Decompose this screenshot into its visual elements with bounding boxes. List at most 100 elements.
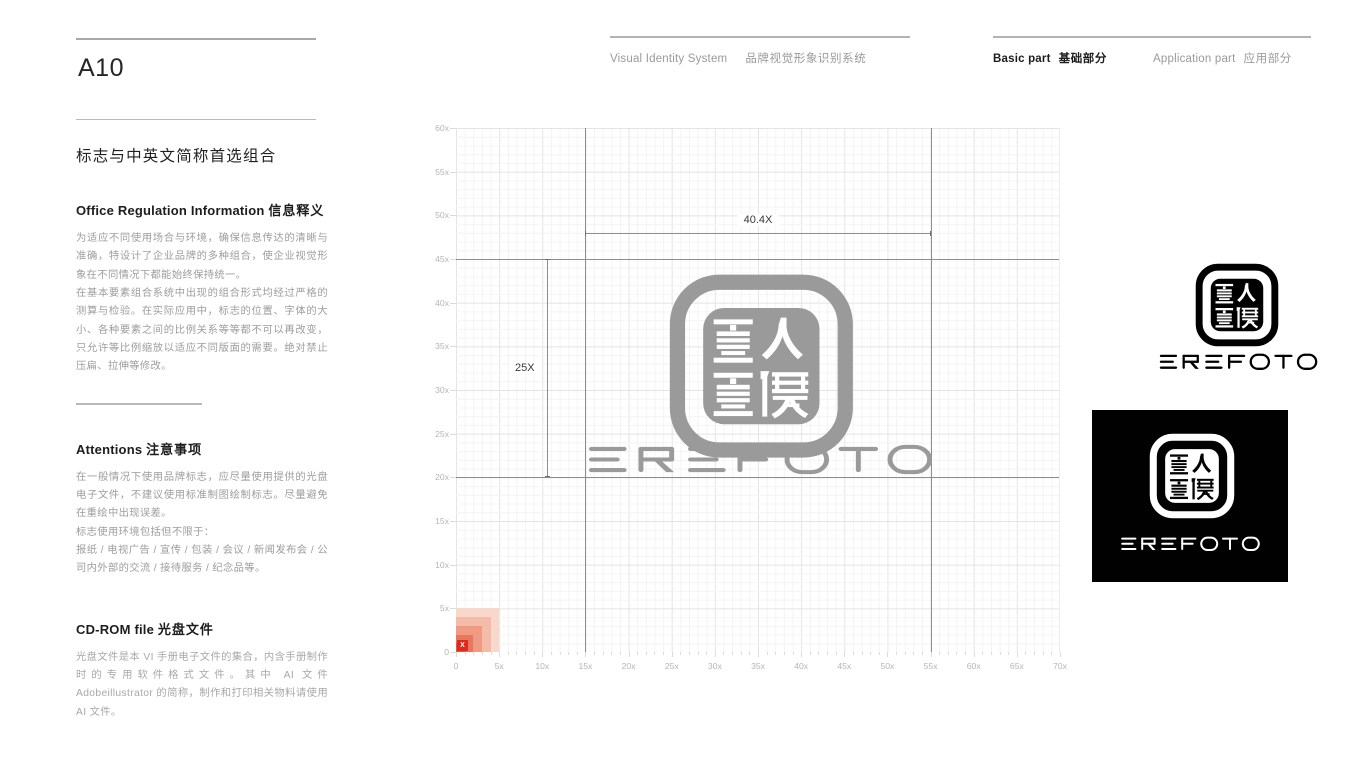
x-axis-tick-label: 30x bbox=[707, 661, 722, 671]
y-axis-tick bbox=[450, 171, 456, 173]
x-axis-tick bbox=[688, 652, 690, 655]
x-axis-tick bbox=[568, 652, 570, 655]
wordmark-reversed bbox=[1106, 534, 1274, 554]
x-axis-tick bbox=[1025, 652, 1027, 655]
y-axis-tick-label: 35x bbox=[435, 341, 449, 352]
section-heading: Office Regulation Information 信息释义 bbox=[76, 200, 328, 219]
section-cd-rom: CD-ROM file 光盘文件 光盘文件是本 VI 手册电子文件的集合，内含手… bbox=[76, 619, 328, 722]
x-axis-tick bbox=[602, 652, 604, 655]
wordmark-primary bbox=[585, 442, 934, 478]
x-axis-tick bbox=[481, 652, 483, 655]
x-axis-tick bbox=[663, 652, 665, 655]
logomark-svg bbox=[1149, 433, 1235, 519]
x-axis-tick bbox=[749, 652, 751, 655]
logomark-svg bbox=[669, 274, 853, 458]
logo-variant-reversed bbox=[1092, 410, 1288, 582]
x-axis-tick bbox=[878, 652, 880, 655]
x-axis-tick bbox=[594, 652, 596, 655]
x-axis-tick bbox=[1008, 652, 1010, 655]
x-axis-tick bbox=[999, 652, 1001, 655]
x-axis-tick bbox=[637, 652, 639, 655]
x-axis-tick-label: 50x bbox=[880, 661, 895, 671]
x-axis-tick bbox=[680, 652, 682, 655]
x-axis-tick bbox=[456, 652, 457, 657]
section-body: 为适应不同使用场合与环境，确保信息传达的清晰与准确，特设计了企业品牌的多种组合，… bbox=[76, 230, 328, 377]
body-paragraph: 为适应不同使用场合与环境，确保信息传达的清晰与准确，特设计了企业品牌的多种组合，… bbox=[76, 233, 328, 281]
y-axis-tick-label: 15x bbox=[435, 516, 449, 526]
y-axis-tick-label: 45x bbox=[435, 254, 449, 264]
y-axis-tick bbox=[450, 302, 456, 304]
x-axis-tick-label: 25x bbox=[664, 661, 679, 671]
x-axis-tick bbox=[576, 652, 578, 655]
header-system-cn: 品牌视觉形象识别系统 bbox=[745, 53, 867, 65]
x-axis-tick bbox=[732, 652, 734, 655]
section-heading-cn: 光盘文件 bbox=[157, 621, 214, 637]
x-axis-tick bbox=[585, 652, 587, 657]
body-paragraph: 在一般情况下使用品牌标志，应尽量使用提供的光盘电子文件，不建议使用标准制图绘制标… bbox=[76, 471, 328, 520]
y-axis-tick-label: 50x bbox=[435, 210, 449, 221]
x-axis-tick bbox=[827, 652, 829, 655]
section-body: 光盘文件是本 VI 手册电子文件的集合，内含手册制作时的专用软件格式文件。其中 … bbox=[76, 649, 328, 722]
y-axis-tick bbox=[450, 128, 456, 129]
nav-tab-application-part[interactable]: Application part 应用部分 bbox=[1153, 50, 1292, 66]
y-axis-tick bbox=[450, 390, 456, 391]
dimension-label: 25X bbox=[509, 362, 541, 375]
x-axis-tick bbox=[516, 652, 518, 655]
body-paragraph: 标志使用环境包括但不限于： bbox=[76, 526, 215, 538]
x-axis-tick bbox=[947, 652, 949, 655]
x-axis-tick bbox=[533, 652, 535, 655]
x-axis-tick bbox=[783, 652, 785, 655]
x-axis-tick bbox=[939, 652, 941, 655]
section-body: 在一般情况下使用品牌标志，应尽量使用提供的光盘电子文件，不建议使用标准制图绘制标… bbox=[76, 469, 328, 579]
y-axis-tick-label: 55x bbox=[435, 166, 449, 177]
x-axis-tick bbox=[611, 652, 613, 655]
nav-basic-cn: 基础部分 bbox=[1058, 53, 1108, 65]
section-office-regulation: Office Regulation Information 信息释义 为适应不同… bbox=[76, 200, 328, 377]
x-axis-tick bbox=[464, 652, 466, 655]
x-axis-tick bbox=[628, 652, 630, 657]
x-axis-tick bbox=[507, 652, 509, 655]
x-axis-tick-label: 35x bbox=[751, 661, 765, 671]
logomark-primary bbox=[666, 260, 857, 472]
y-axis-tick bbox=[450, 215, 456, 217]
page-title: 标志与中英文简称首选组合 bbox=[76, 148, 277, 165]
x-axis-tick bbox=[835, 652, 837, 655]
dimension-label: 40.4X bbox=[737, 213, 779, 226]
x-axis-tick-label: 60x bbox=[966, 661, 981, 671]
section-heading: Attentions 注意事项 bbox=[76, 439, 328, 458]
x-axis-tick bbox=[861, 652, 863, 655]
x-axis-tick bbox=[801, 652, 803, 657]
x-axis-tick bbox=[792, 652, 794, 655]
x-axis-tick bbox=[973, 652, 975, 657]
header-left-group: Visual Identity System 品牌视觉形象识别系统 bbox=[610, 36, 910, 66]
x-axis-tick bbox=[913, 652, 915, 655]
x-axis-tick bbox=[818, 652, 820, 655]
x-axis-tick bbox=[809, 652, 811, 655]
x-axis-tick bbox=[550, 652, 552, 655]
y-axis-tick-label: 20x bbox=[435, 472, 449, 483]
x-axis-tick bbox=[1051, 652, 1053, 655]
x-axis-tick bbox=[887, 652, 889, 657]
nav-basic-en: Basic part bbox=[993, 53, 1051, 65]
x-axis-tick bbox=[1042, 652, 1044, 655]
x-axis-tick bbox=[499, 652, 501, 657]
dimension-line-horizontal bbox=[585, 230, 931, 236]
x-axis-tick-label: 10x bbox=[535, 661, 550, 671]
header-right-group: Basic part 基础部分 Application part 应用部分 bbox=[993, 36, 1311, 66]
construction-guide-line bbox=[456, 477, 1059, 479]
x-axis-tick bbox=[714, 652, 716, 657]
logomark-svg bbox=[1195, 263, 1279, 347]
x-axis-tick bbox=[870, 652, 872, 655]
y-axis-tick bbox=[450, 433, 456, 435]
construction-guide-line bbox=[585, 128, 587, 652]
vi-manual-page: Visual Identity System 品牌视觉形象识别系统 Basic … bbox=[0, 0, 1366, 768]
x-axis-tick bbox=[619, 652, 621, 655]
nav-tab-basic-part[interactable]: Basic part 基础部分 bbox=[993, 50, 1107, 66]
dimension-line-vertical bbox=[544, 259, 550, 478]
wordmark-svg bbox=[1121, 536, 1260, 552]
x-axis-tick-label: 20x bbox=[621, 661, 636, 671]
x-axis-tick bbox=[904, 652, 906, 655]
body-paragraph: 报纸 / 电视广告 / 宣传 / 包装 / 会议 / 新闻发布会 / 公司内外部… bbox=[76, 544, 328, 575]
x-axis-tick-label: 45x bbox=[837, 661, 852, 671]
x-axis-tick bbox=[930, 652, 932, 657]
